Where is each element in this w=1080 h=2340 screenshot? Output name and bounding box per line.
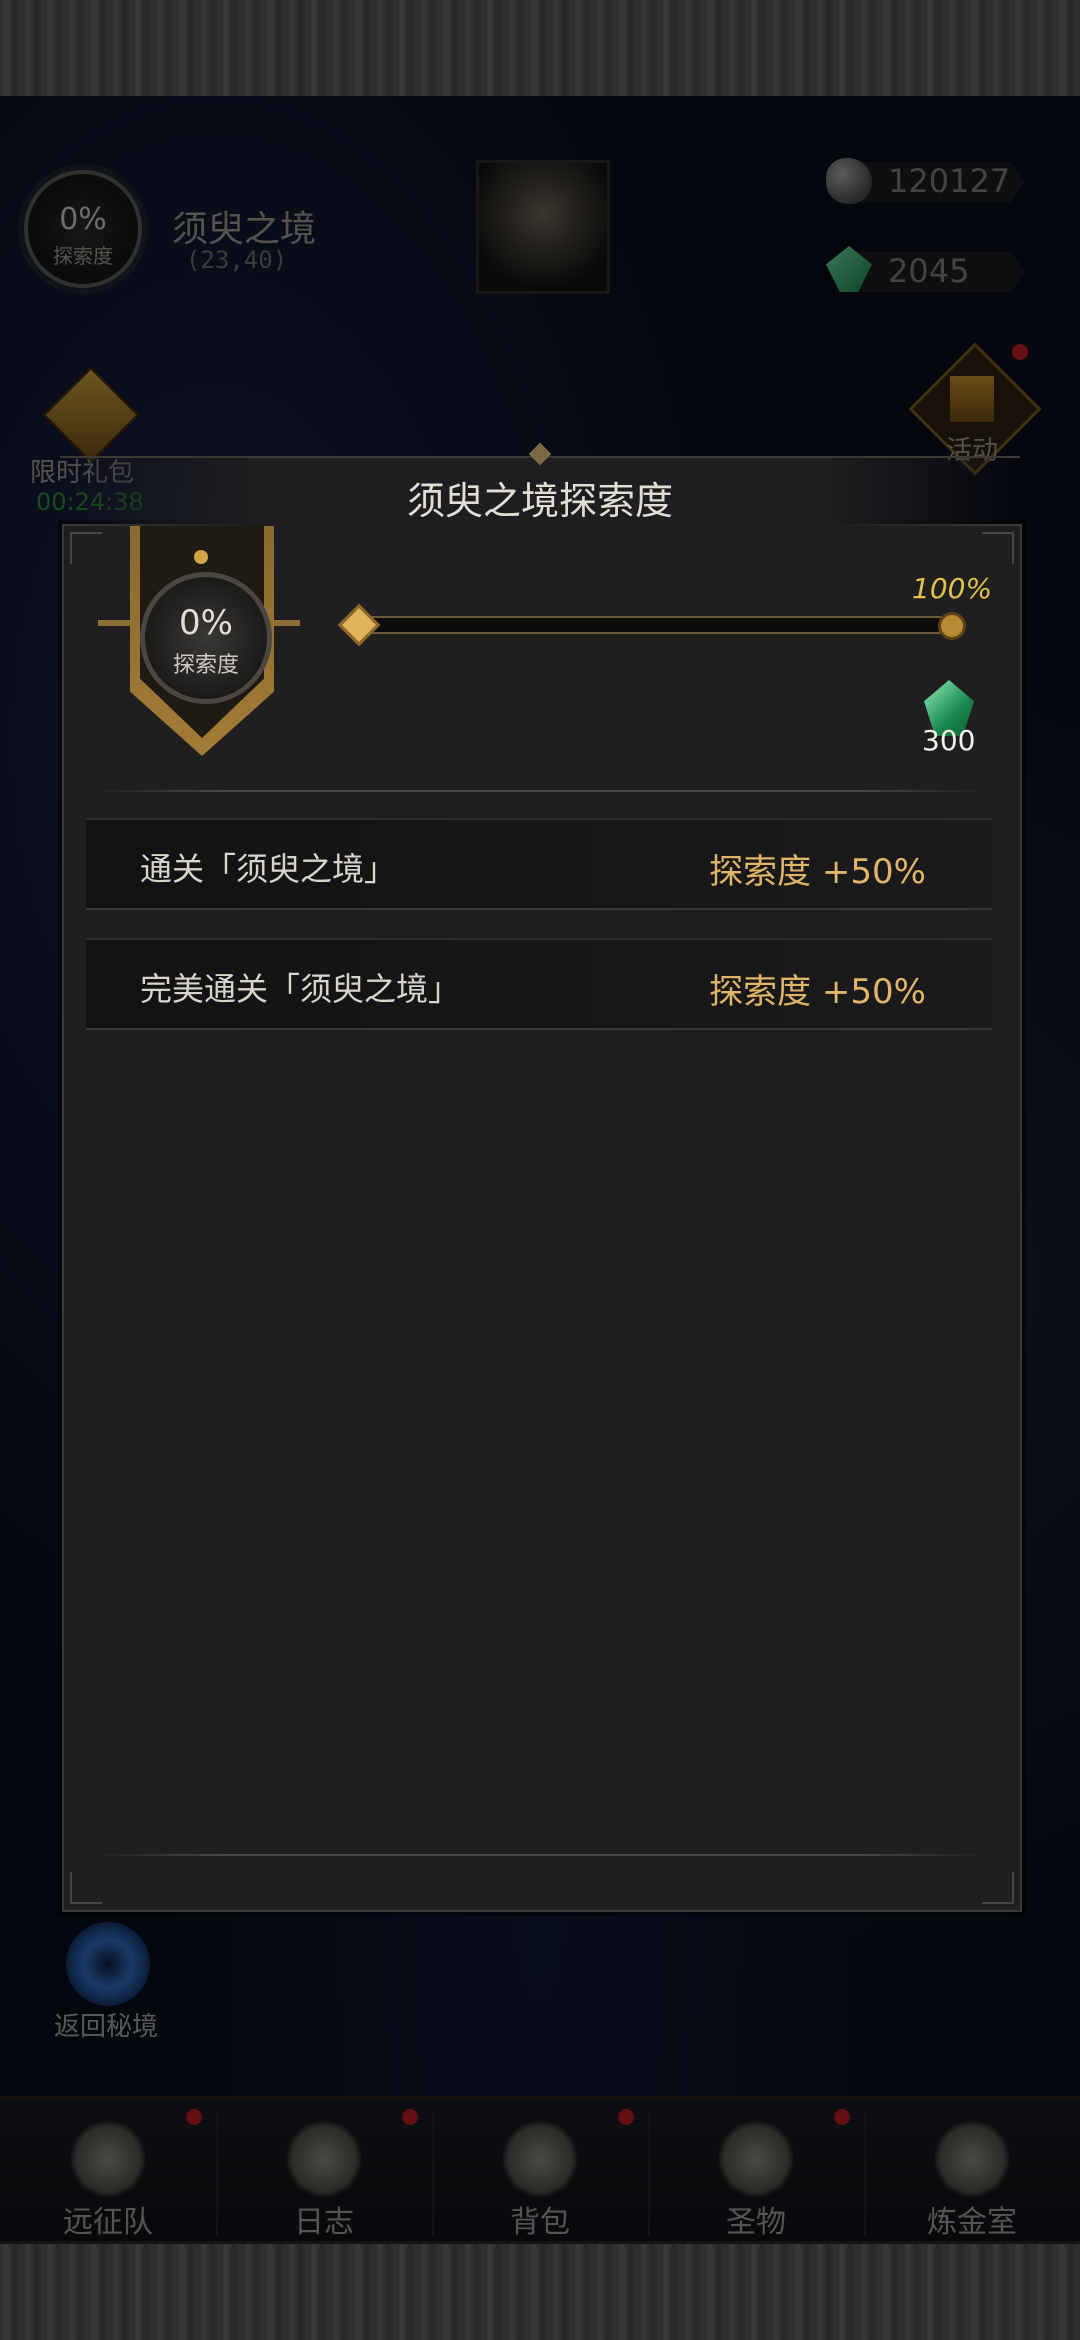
task-reward: 探索度 +50% xyxy=(709,852,926,892)
corner-ornament xyxy=(982,1872,1014,1904)
milestone-marker xyxy=(938,612,966,640)
corner-ornament xyxy=(982,532,1014,564)
task-row: 通关「须臾之境」 探索度 +50% xyxy=(86,818,992,910)
modal-title: 须臾之境探索度 xyxy=(406,479,673,523)
milestone-reward-quantity: 300 xyxy=(922,724,976,757)
task-reward: 探索度 +50% xyxy=(709,972,926,1012)
task-label: 通关「须臾之境」 xyxy=(140,850,397,888)
modal-header: 须臾之境探索度 xyxy=(60,456,1020,530)
top-frame xyxy=(0,0,1080,99)
corner-ornament xyxy=(70,1872,102,1904)
progress-ring: 0% 探索度 xyxy=(140,572,272,704)
progress-label: 探索度 xyxy=(172,653,239,678)
progress-value: 0% xyxy=(179,603,233,643)
corner-ornament xyxy=(70,532,102,564)
divider xyxy=(90,1854,990,1856)
progress-track xyxy=(356,616,954,634)
task-row: 完美通关「须臾之境」 探索度 +50% xyxy=(86,938,992,1030)
banner-knob xyxy=(194,550,208,564)
bottom-frame xyxy=(0,2241,1080,2340)
milestone-percent: 100% xyxy=(912,572,993,605)
divider xyxy=(90,790,990,792)
task-label: 完美通关「须臾之境」 xyxy=(140,970,461,1008)
